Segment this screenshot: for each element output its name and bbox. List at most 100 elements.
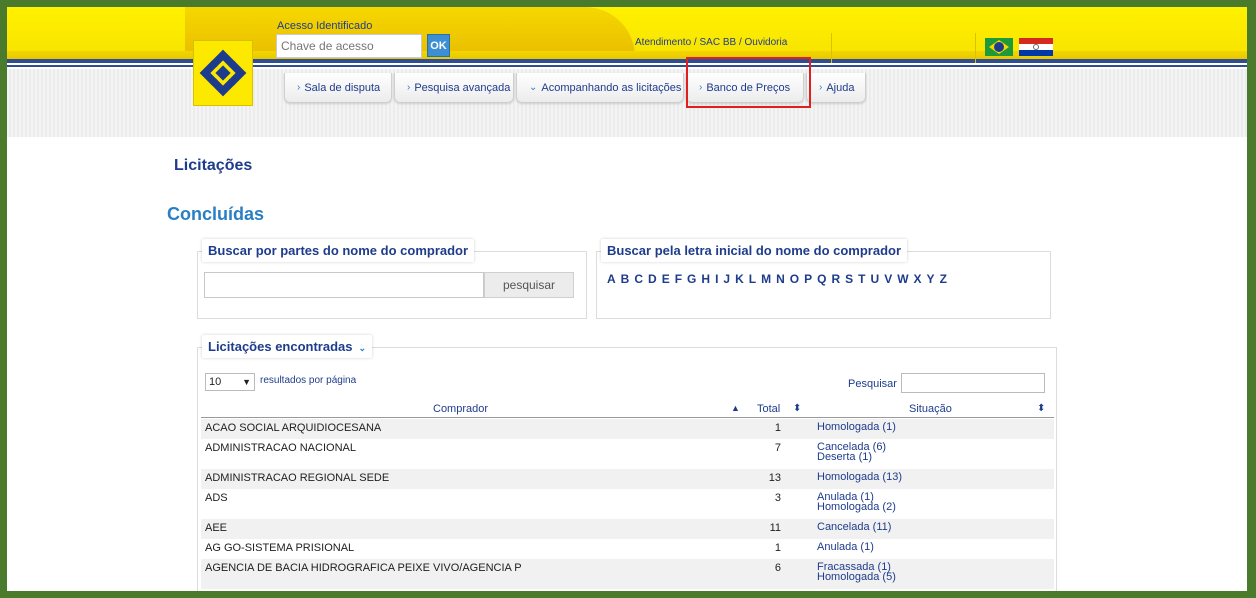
pesquisar-button[interactable]: pesquisar <box>484 272 574 298</box>
table-row[interactable]: AEE 11 Cancelada (11) <box>201 519 1054 539</box>
header-divider <box>831 33 832 63</box>
paraguay-flag-icon[interactable] <box>1019 38 1053 56</box>
chave-acesso-input[interactable] <box>276 34 422 58</box>
cell-total: 1 <box>774 422 781 434</box>
flag-circle <box>994 42 1004 52</box>
table-row[interactable]: AGENCIA DE BACIA HIDROGRAFICA PEIXE VIVO… <box>201 559 1054 589</box>
cell-comprador: ADS <box>205 492 228 504</box>
results-legend[interactable]: Licitações encontradas ⌄ <box>202 335 373 358</box>
results-panel: Licitações encontradas ⌄ 10 ▼ resultados … <box>197 335 1057 591</box>
sort-asc-icon[interactable]: ▲ <box>731 403 740 413</box>
table-row[interactable]: AG GO-SISTEMA PRISIONAL 1 Anulada (1) <box>201 539 1054 559</box>
bb-logo[interactable] <box>193 40 253 106</box>
tab-sala-de-disputa[interactable]: › Sala de disputa <box>284 73 392 103</box>
letter-link[interactable]: M <box>761 272 771 286</box>
letter-link[interactable]: K <box>735 272 744 286</box>
letter-link[interactable]: T <box>858 272 865 286</box>
situacao-link[interactable]: Anulada (1) <box>817 542 874 553</box>
cell-situacao: Fracassada (1) Homologada (5) <box>817 562 896 583</box>
letter-link[interactable]: U <box>871 272 880 286</box>
table-row[interactable]: ADS 3 Anulada (1) Homologada (2) <box>201 489 1054 519</box>
letter-link[interactable]: J <box>723 272 730 286</box>
letter-link[interactable]: D <box>648 272 657 286</box>
cell-comprador: ACAO SOCIAL ARQUIDIOCESANA <box>205 422 382 434</box>
search-by-name-legend: Buscar por partes do nome do comprador <box>202 239 475 262</box>
letter-link[interactable]: Z <box>940 272 947 286</box>
column-header-total[interactable]: Total <box>757 403 780 415</box>
situacao-link[interactable]: Homologada (1) <box>817 422 896 433</box>
cell-total: 6 <box>774 562 781 574</box>
situacao-link[interactable]: Cancelada (11) <box>817 522 891 533</box>
bb-logo-icon <box>199 49 247 97</box>
browser-viewport: Acesso Identificado OK Atendimento / SAC… <box>7 7 1247 591</box>
buyer-name-input[interactable] <box>204 272 484 298</box>
table-row[interactable]: ACAO SOCIAL ARQUIDIOCESANA 1 Homologada (1… <box>201 419 1054 439</box>
table-search-input[interactable] <box>901 373 1045 393</box>
table-body: ACAO SOCIAL ARQUIDIOCESANA 1 Homologada (1… <box>201 419 1054 589</box>
search-by-letter-legend: Buscar pela letra inicial do nome do com… <box>601 239 908 262</box>
column-header-comprador[interactable]: Comprador <box>433 403 488 415</box>
letter-link[interactable]: G <box>687 272 696 286</box>
situacao-link[interactable]: Homologada (2) <box>817 502 896 513</box>
letter-link[interactable]: P <box>804 272 812 286</box>
tab-label: Pesquisa avançada <box>414 81 511 94</box>
letter-link[interactable]: V <box>884 272 892 286</box>
letter-link[interactable]: B <box>621 272 630 286</box>
situacao-link[interactable]: Deserta (1) <box>817 452 886 463</box>
situacao-link[interactable]: Homologada (5) <box>817 572 896 583</box>
letter-link[interactable]: L <box>749 272 756 286</box>
search-by-letter-panel: Buscar pela letra inicial do nome do com… <box>596 239 1051 319</box>
acesso-identificado-label: Acesso Identificado <box>277 20 373 32</box>
table-row[interactable]: ADMINISTRACAO REGIONAL SEDE 13 Homologada … <box>201 469 1054 489</box>
results-legend-label: Licitações encontradas <box>208 339 353 354</box>
tab-ajuda[interactable]: › Ajuda <box>806 73 866 103</box>
letter-link[interactable]: R <box>831 272 840 286</box>
cell-comprador: AG GO-SISTEMA PRISIONAL <box>205 542 355 554</box>
letter-link[interactable]: F <box>675 272 682 286</box>
letter-link[interactable]: E <box>662 272 670 286</box>
tab-acompanhando-licitacoes[interactable]: ⌄ Acompanhando as licitações <box>516 73 684 103</box>
letter-link[interactable]: Q <box>817 272 826 286</box>
letter-link[interactable]: I <box>715 272 718 286</box>
page-length-select[interactable]: 10 ▼ <box>205 373 255 391</box>
tab-pesquisa-avancada[interactable]: › Pesquisa avançada <box>394 73 514 103</box>
chevron-right-icon: › <box>819 82 823 93</box>
situacao-link[interactable]: Homologada (13) <box>817 472 902 483</box>
cell-comprador: AEE <box>205 522 228 534</box>
chevron-down-icon: ▼ <box>242 377 251 387</box>
atendimento-link[interactable]: Atendimento / SAC BB / Ouvidoria <box>635 37 787 48</box>
letter-link[interactable]: W <box>897 272 908 286</box>
highlight-annotation <box>686 57 811 108</box>
cell-situacao: Anulada (1) <box>817 542 874 553</box>
table-header: Comprador ▲ Total ⬍ Situação ⬍ <box>201 401 1054 418</box>
page-length-label: resultados por página <box>260 375 357 386</box>
table-search-label: Pesquisar <box>848 378 897 390</box>
tab-label: Ajuda <box>826 81 855 94</box>
page-length-value: 10 <box>209 376 222 388</box>
letter-link[interactable]: O <box>790 272 799 286</box>
letter-link[interactable]: N <box>776 272 785 286</box>
page-title: Licitações <box>174 157 253 174</box>
chevron-down-icon: ⌄ <box>529 82 538 93</box>
chevron-right-icon: › <box>407 82 411 93</box>
letter-link[interactable]: S <box>845 272 853 286</box>
letter-link[interactable]: C <box>634 272 643 286</box>
letter-link[interactable]: A <box>607 272 616 286</box>
tab-label: Acompanhando as licitações <box>541 81 682 94</box>
cell-situacao: Cancelada (11) <box>817 522 891 533</box>
cell-total: 1 <box>774 542 781 554</box>
cell-situacao: Cancelada (6) Deserta (1) <box>817 442 886 463</box>
chevron-down-icon: ⌄ <box>358 343 367 353</box>
brazil-flag-icon[interactable] <box>985 38 1013 56</box>
sort-both-icon[interactable]: ⬍ <box>793 403 801 414</box>
sort-both-icon[interactable]: ⬍ <box>1037 403 1045 414</box>
flag-seal <box>1033 44 1039 50</box>
column-header-situacao[interactable]: Situação <box>909 403 952 415</box>
ok-button[interactable]: OK <box>427 34 450 57</box>
table-row[interactable]: ADMINISTRACAO NACIONAL 7 Cancelada (6) Dese… <box>201 439 1054 469</box>
letter-link[interactable]: H <box>701 272 710 286</box>
cell-total: 7 <box>774 442 781 454</box>
letter-link[interactable]: X <box>914 272 922 286</box>
cell-situacao: Anulada (1) Homologada (2) <box>817 492 896 513</box>
letter-link[interactable]: Y <box>927 272 935 286</box>
